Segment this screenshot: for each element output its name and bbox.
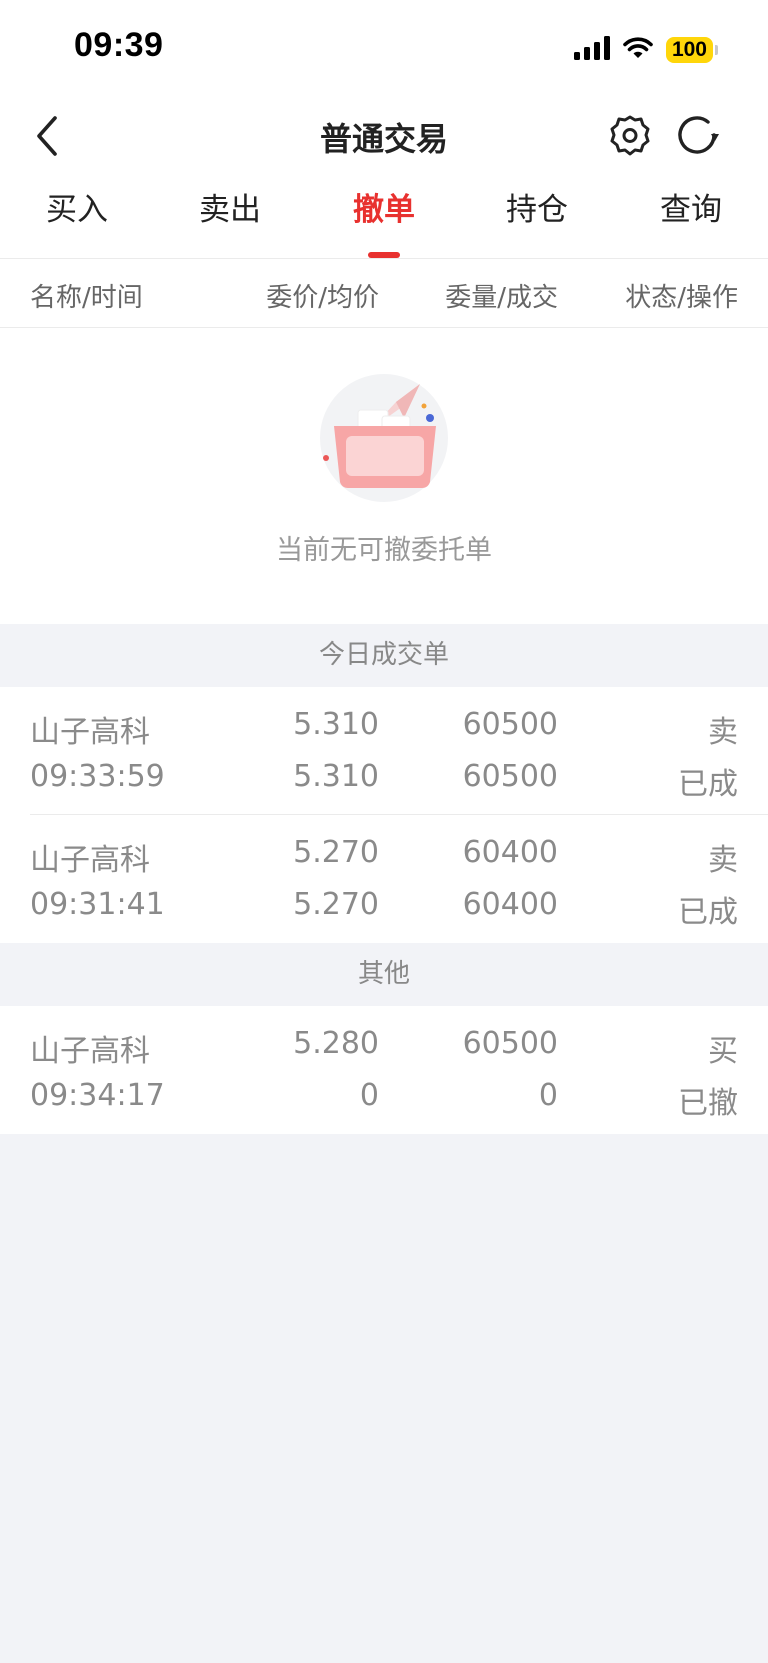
active-tab-indicator xyxy=(368,252,400,258)
column-quantity: 委量/成交 xyxy=(445,283,558,313)
status-bar: 09:39 100 xyxy=(0,0,768,90)
battery-tip xyxy=(715,45,718,55)
order-quantity: 60500 xyxy=(462,1026,558,1061)
refresh-icon xyxy=(678,116,719,154)
empty-box-illustration xyxy=(312,374,456,508)
trade-side: 买 xyxy=(708,1034,738,1069)
trade-time: 09:33:59 xyxy=(30,759,165,794)
trade-tabs: 买入 卖出 撤单 持仓 查询 xyxy=(0,190,768,259)
trade-status: 已撤 xyxy=(678,1086,738,1121)
column-price: 委价/均价 xyxy=(266,283,379,313)
nav-bar: 普通交易 xyxy=(0,100,768,172)
column-name-time: 名称/时间 xyxy=(30,283,143,313)
stock-name: 山子高科 xyxy=(30,843,150,878)
today-trades-list: 山子高科 09:33:59 5.310 5.310 60500 60500 卖 … xyxy=(0,687,768,943)
trade-side: 卖 xyxy=(708,715,738,750)
tab-positions[interactable]: 持仓 xyxy=(477,190,597,258)
status-time: 09:39 xyxy=(74,26,164,64)
tab-sell[interactable]: 卖出 xyxy=(170,190,290,258)
tab-query[interactable]: 查询 xyxy=(631,190,751,258)
trade-time: 09:34:17 xyxy=(30,1078,165,1113)
cellular-signal-icon xyxy=(573,36,610,64)
avg-price: 5.310 xyxy=(293,759,379,794)
refresh-button[interactable] xyxy=(672,110,724,162)
column-header: 名称/时间 委价/均价 委量/成交 状态/操作 xyxy=(0,259,768,328)
trade-time: 09:31:41 xyxy=(30,887,165,922)
empty-state-message: 当前无可撤委托单 xyxy=(276,535,492,566)
column-status: 状态/操作 xyxy=(625,283,738,313)
tab-cancel-label: 撤单 xyxy=(353,192,415,228)
battery-indicator: 100 xyxy=(665,37,718,63)
tab-buy[interactable]: 买入 xyxy=(17,190,137,258)
section-today-title: 今日成交单 xyxy=(318,640,449,670)
order-quantity: 60400 xyxy=(462,835,558,870)
order-price: 5.310 xyxy=(293,707,379,742)
order-price: 5.270 xyxy=(293,835,379,870)
stock-name: 山子高科 xyxy=(30,715,150,750)
order-price: 5.280 xyxy=(293,1026,379,1061)
order-quantity: 60500 xyxy=(462,707,558,742)
settings-button[interactable] xyxy=(604,110,656,162)
filled-quantity: 60400 xyxy=(462,887,558,922)
avg-price: 5.270 xyxy=(293,887,379,922)
section-other-title: 其他 xyxy=(357,959,410,989)
filled-quantity: 0 xyxy=(538,1078,558,1113)
trade-status: 已成 xyxy=(678,895,738,930)
trade-side: 卖 xyxy=(708,843,738,878)
other-orders-list: 山子高科 09:34:17 5.280 0 60500 0 买 已撤 xyxy=(0,1006,768,1134)
tab-query-label: 查询 xyxy=(660,192,722,228)
top-panel: 09:39 100 普通交易 买入 卖出 撤单 持仓 查询 xyxy=(0,0,768,259)
trade-row[interactable]: 山子高科 09:33:59 5.310 5.310 60500 60500 卖 … xyxy=(0,687,768,815)
tab-buy-label: 买入 xyxy=(46,192,108,228)
trade-status: 已成 xyxy=(678,767,738,802)
empty-state: 当前无可撤委托单 xyxy=(0,328,768,624)
stock-name: 山子高科 xyxy=(30,1034,150,1069)
battery-level: 100 xyxy=(665,37,713,63)
wifi-icon xyxy=(622,36,654,64)
tab-sell-label: 卖出 xyxy=(199,192,261,228)
filled-quantity: 60500 xyxy=(462,759,558,794)
tab-positions-label: 持仓 xyxy=(506,192,568,228)
gear-icon xyxy=(610,115,650,156)
tab-cancel[interactable]: 撤单 xyxy=(324,190,444,258)
trade-row[interactable]: 山子高科 09:31:41 5.270 5.270 60400 60400 卖 … xyxy=(0,815,768,943)
status-icons: 100 xyxy=(573,33,718,67)
trade-row[interactable]: 山子高科 09:34:17 5.280 0 60500 0 买 已撤 xyxy=(0,1006,768,1134)
avg-price: 0 xyxy=(359,1078,379,1113)
